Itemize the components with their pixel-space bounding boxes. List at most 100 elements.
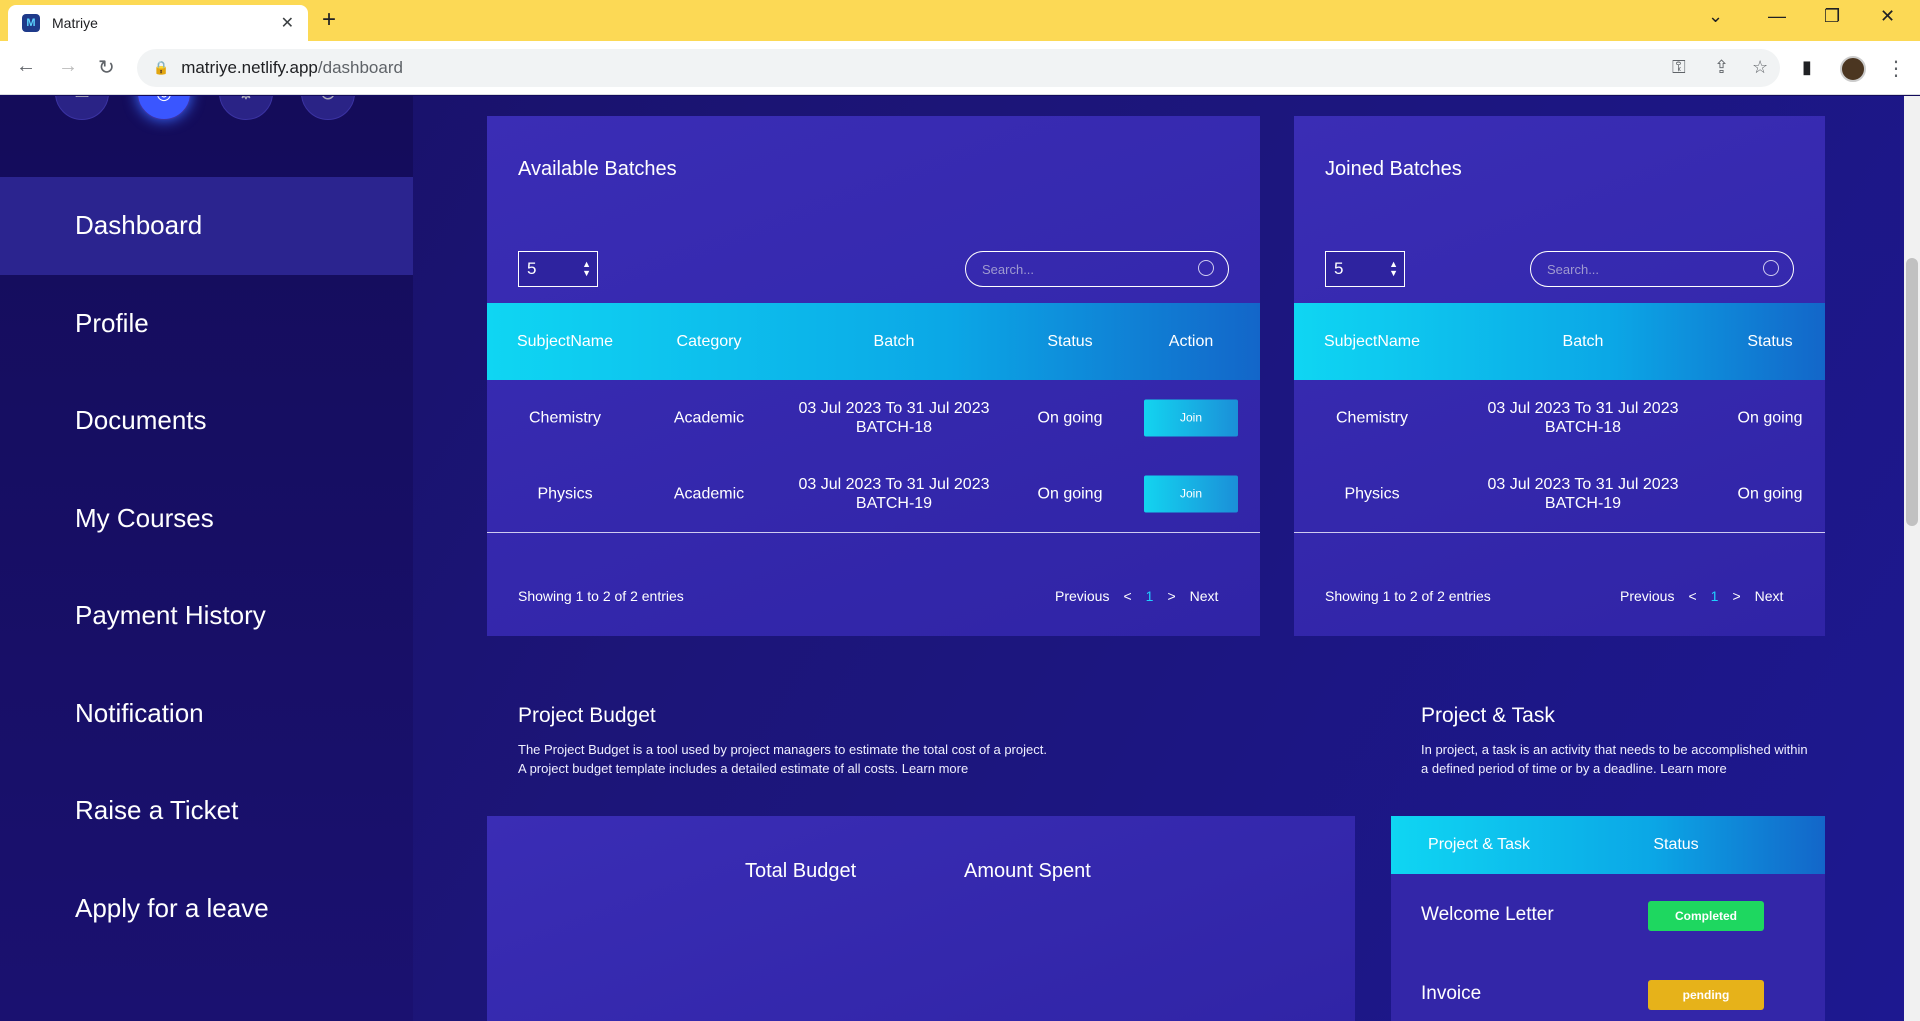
table-header: SubjectName Category Batch Status Action <box>487 303 1260 380</box>
prev-arrow-button[interactable]: < <box>1123 588 1131 604</box>
restore-icon[interactable]: ❐ <box>1824 6 1840 27</box>
sidebar-item-profile[interactable]: Profile <box>0 275 413 373</box>
batch-dates: 03 Jul 2023 To 31 Jul 2023 <box>798 476 990 493</box>
next-arrow-button[interactable]: > <box>1167 588 1175 604</box>
lock-icon: 🔒 <box>153 60 170 75</box>
settings-icon[interactable]: ⚙ <box>219 96 273 120</box>
table-row: Chemistry 03 Jul 2023 To 31 Jul 2023 BATC… <box>1294 380 1825 456</box>
search-input[interactable]: Search... <box>965 251 1229 287</box>
sidebar-top-icons: ✉ ◎ ⚙ ⏻ <box>55 96 355 120</box>
status-badge-pending: pending <box>1648 980 1764 1010</box>
sidebar-item-label: Payment History <box>75 600 266 631</box>
sidebar-item-label: Apply for a leave <box>75 892 269 923</box>
new-tab-icon[interactable]: + <box>322 6 336 34</box>
close-tab-icon[interactable]: ✕ <box>281 13 294 33</box>
previous-button[interactable]: Previous <box>1620 588 1674 604</box>
batch-name: BATCH-18 <box>1544 419 1622 436</box>
select-arrows-icon: ▲ ▼ <box>582 259 591 278</box>
side-panel-icon[interactable]: ▮ <box>1802 57 1812 78</box>
sidebar-item-payment-history[interactable]: Payment History <box>0 567 413 665</box>
column-header[interactable]: Status <box>1747 333 1792 351</box>
column-header[interactable]: Status <box>1047 333 1092 351</box>
mail-icon[interactable]: ✉ <box>55 96 109 120</box>
search-placeholder: Search... <box>982 261 1035 277</box>
window-close-icon[interactable]: ✕ <box>1880 6 1895 27</box>
column-header[interactable]: Batch <box>1563 333 1604 351</box>
task-table-body: Welcome Letter Completed Invoice pending <box>1391 874 1825 1021</box>
tab-search-icon[interactable]: ⌄ <box>1708 6 1723 27</box>
table-row: Physics Academic 03 Jul 2023 To 31 Jul 2… <box>487 456 1260 532</box>
tab-title: Matriye <box>52 15 98 31</box>
search-icon[interactable] <box>1198 260 1214 276</box>
sidebar-item-apply-leave[interactable]: Apply for a leave <box>0 860 413 958</box>
sidebar-item-my-courses[interactable]: My Courses <box>0 470 413 568</box>
column-header: Status <box>1653 836 1699 853</box>
sidebar-item-notification[interactable]: Notification <box>0 665 413 763</box>
key-icon[interactable]: ⚿ <box>1672 57 1686 78</box>
reload-icon[interactable]: ↻ <box>98 55 115 80</box>
search-input[interactable]: Search... <box>1530 251 1794 287</box>
page-size-value: 5 <box>1334 259 1344 278</box>
sidebar-item-documents[interactable]: Documents <box>0 372 413 470</box>
project-task-description: In project, a task is an activity that n… <box>1421 740 1808 778</box>
project-budget-title: Project Budget <box>518 704 656 727</box>
column-header[interactable]: Action <box>1169 333 1213 351</box>
column-header[interactable]: Category <box>677 333 742 351</box>
sidebar-item-raise-ticket[interactable]: Raise a Ticket <box>0 762 413 860</box>
bookmark-star-icon[interactable]: ☆ <box>1752 57 1768 78</box>
batch-cell: 03 Jul 2023 To 31 Jul 2023 BATCH-19 <box>1488 475 1679 513</box>
page-size-select[interactable]: 5 ▲ ▼ <box>1325 251 1405 287</box>
page-size-value: 5 <box>527 259 537 278</box>
url-field[interactable]: 🔒 matriye.netlify.app/dashboard <box>137 49 1780 87</box>
batch-cell: 03 Jul 2023 To 31 Jul 2023 BATCH-18 <box>799 399 990 437</box>
legend-total-budget[interactable]: Total Budget <box>745 860 856 883</box>
dashboard-icon[interactable]: ◎ <box>137 96 191 120</box>
sidebar-menu: Dashboard Profile Documents My Courses P… <box>0 177 413 957</box>
search-placeholder: Search... <box>1547 261 1600 277</box>
subject-cell: Physics <box>1344 485 1400 503</box>
batch-dates: 03 Jul 2023 To 31 Jul 2023 <box>798 400 990 417</box>
prev-arrow-button[interactable]: < <box>1688 588 1696 604</box>
page-scrollbar[interactable] <box>1904 96 1920 1021</box>
subject-cell: Chemistry <box>1335 409 1409 427</box>
profile-avatar[interactable] <box>1840 56 1866 82</box>
sidebar-item-label: Profile <box>75 307 149 338</box>
subject-cell: Chemistry <box>528 409 602 427</box>
scrollbar-thumb[interactable] <box>1906 258 1918 526</box>
previous-button[interactable]: Previous <box>1055 588 1109 604</box>
forward-icon[interactable]: → <box>58 55 78 78</box>
join-button[interactable]: Join <box>1144 475 1238 513</box>
batch-name: BATCH-19 <box>1544 495 1622 512</box>
browser-menu-icon[interactable]: ⋮ <box>1886 56 1906 81</box>
column-header[interactable]: Batch <box>874 333 915 351</box>
select-arrows-icon: ▲ ▼ <box>1389 259 1398 278</box>
legend-amount-spent[interactable]: Amount Spent <box>964 860 1091 883</box>
batch-name: BATCH-18 <box>855 419 933 436</box>
browser-tab[interactable]: M Matriye ✕ <box>8 5 308 41</box>
column-header[interactable]: SubjectName <box>1324 333 1420 351</box>
page-size-select[interactable]: 5 ▲ ▼ <box>518 251 598 287</box>
sidebar-item-label: Documents <box>75 405 207 436</box>
next-button[interactable]: Next <box>1190 588 1219 604</box>
task-name: Invoice <box>1421 983 1482 1004</box>
back-icon[interactable]: ← <box>16 55 36 78</box>
dashboard-page: ✉ ◎ ⚙ ⏻ Dashboard Profile Documents My C… <box>0 96 1904 1021</box>
share-icon[interactable]: ⇪ <box>1714 57 1729 78</box>
batch-cell: 03 Jul 2023 To 31 Jul 2023 BATCH-18 <box>1488 399 1679 437</box>
category-cell: Academic <box>673 409 745 427</box>
search-icon[interactable] <box>1763 260 1779 276</box>
minimize-icon[interactable]: — <box>1768 6 1786 27</box>
page-number-button[interactable]: 1 <box>1146 588 1154 604</box>
pagination: Previous < 1 > Next <box>1055 588 1218 604</box>
power-icon[interactable]: ⏻ <box>301 96 355 120</box>
page-number-button[interactable]: 1 <box>1711 588 1719 604</box>
next-button[interactable]: Next <box>1755 588 1784 604</box>
table-divider <box>487 532 1260 533</box>
card-title: Joined Batches <box>1325 158 1462 180</box>
url-host: matriye.netlify.app <box>181 58 318 77</box>
next-arrow-button[interactable]: > <box>1732 588 1740 604</box>
sidebar-item-dashboard[interactable]: Dashboard <box>0 177 413 275</box>
sidebar-item-label: Dashboard <box>75 210 203 241</box>
column-header[interactable]: SubjectName <box>517 333 613 351</box>
join-button[interactable]: Join <box>1144 399 1238 437</box>
